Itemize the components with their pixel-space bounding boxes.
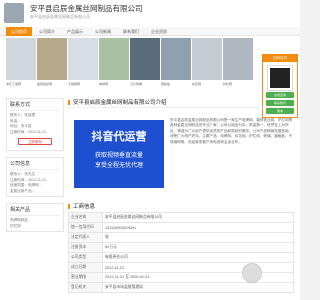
nav-item-home[interactable]: 公司首页 bbox=[6, 27, 32, 36]
title-accent-bar bbox=[68, 204, 70, 210]
product-image-8[interactable] bbox=[223, 38, 253, 80]
promo-ad-banner[interactable]: 抖音代运营 获取视频垂直流量 享受全程无忧代理 bbox=[74, 120, 164, 188]
table-value: 131125000019391 bbox=[102, 222, 294, 233]
nav-item-news[interactable]: 公司新闻 bbox=[90, 27, 116, 36]
product-image-7[interactable] bbox=[192, 38, 222, 80]
contact-line: 注册时间：2012-11-21 bbox=[10, 129, 47, 134]
product-image-4[interactable] bbox=[99, 38, 129, 80]
nav-item-products[interactable]: 产品展示 bbox=[62, 27, 88, 36]
nav-item-about[interactable]: 公司简介 bbox=[34, 27, 60, 36]
table-row: 注册资本 50万元 bbox=[68, 242, 294, 253]
related-products-box: 相关产品 电焊网制品 护栏网 bbox=[6, 203, 64, 232]
company-description: 安平县启辰金属丝网制品有限公司是一家生产电焊网、镀锌铁丝网、护栏网等各种金属丝网… bbox=[170, 118, 293, 144]
contact-now-button[interactable]: 立即联系 bbox=[18, 138, 52, 145]
site-subtitle: 安平县启辰金属丝网制品有限公司 bbox=[30, 14, 90, 19]
qr-code-icon bbox=[267, 65, 293, 91]
site-title[interactable]: 安平县启辰金属丝网制品有限公司 bbox=[30, 3, 143, 14]
product-caption-8: 护栏网 bbox=[223, 82, 233, 86]
product-caption-4: 电焊网 bbox=[99, 82, 109, 86]
product-image-5[interactable] bbox=[130, 38, 160, 80]
title-accent-bar bbox=[68, 100, 70, 106]
table-key: 统一信用代码 bbox=[68, 222, 103, 233]
avatar[interactable] bbox=[242, 263, 262, 283]
table-row: 统一信用代码 131125000019391 bbox=[68, 222, 294, 233]
table-row: 公司类型 有限责任公司 bbox=[68, 252, 294, 263]
product-image-6[interactable] bbox=[161, 38, 191, 80]
product-banner: 冲孔丁型网 镀锌铁丝网 不锈钢网 电焊网 刀片刺绳 钢格板 勾花网 护栏网 bbox=[6, 38, 256, 92]
product-caption-1: 冲孔丁型网 bbox=[6, 82, 22, 86]
table-row: 企业名称 安平县启辰金属丝网制品有限公司 bbox=[68, 212, 294, 223]
table-key: 成立日期 bbox=[68, 262, 103, 273]
table-value: 2012-11-21 至 2026-01-01 bbox=[102, 272, 294, 283]
nav-item-contact[interactable]: 联系我们 bbox=[118, 27, 144, 36]
product-caption-2: 镀锌铁丝网 bbox=[37, 82, 53, 86]
product-image-1[interactable] bbox=[6, 38, 36, 80]
table-key: 法定代表人 bbox=[68, 232, 103, 243]
table-value: 50万元 bbox=[102, 242, 294, 253]
related-products-title: 相关产品 bbox=[10, 206, 60, 216]
related-product-link[interactable]: 护栏网 bbox=[10, 224, 60, 230]
table-key: 企业名称 bbox=[68, 212, 103, 223]
business-info-title-text: 工商信息 bbox=[73, 204, 96, 210]
table-key: 登记机关 bbox=[68, 282, 103, 293]
nav-item-qualification[interactable]: 企业资质 bbox=[146, 27, 172, 36]
table-key: 注册资本 bbox=[68, 242, 103, 253]
contact-box: 联系方式 联系人：张经理 电话： 地址：安平县 注册时间：2012-11-21 … bbox=[6, 98, 64, 151]
section-title-intro: 安平县启辰金属丝网制品有限公司介绍 bbox=[68, 98, 294, 108]
table-value: 安平县启辰金属丝网制品有限公司 bbox=[102, 212, 294, 223]
table-value: 张 bbox=[102, 232, 294, 243]
ad-headline: 抖音代运营 bbox=[91, 130, 147, 143]
table-key: 营业期限 bbox=[68, 272, 103, 283]
product-caption-5: 刀片刺绳 bbox=[130, 82, 143, 86]
page: 安平县启辰金属丝网制品有限公司 安平县启辰金属丝网制品有限公司 公司首页 公司简… bbox=[0, 0, 300, 300]
company-info-box: 公司信息 联系人：张先生 注册时间：2012-11-21 经营范围：电焊网...… bbox=[6, 157, 64, 197]
ad-line: 享受全程无忧代理 bbox=[94, 163, 143, 169]
table-value: 2012-11-21 bbox=[102, 262, 294, 273]
table-value: 有限责任公司 bbox=[102, 252, 294, 263]
product-caption-6: 钢格板 bbox=[161, 82, 171, 86]
floating-panel-title: 扫码访问 bbox=[263, 55, 297, 62]
product-image-3[interactable] bbox=[68, 38, 98, 80]
product-caption-3: 不锈钢网 bbox=[68, 82, 81, 86]
table-value: 安平县市场监督管理局 bbox=[102, 282, 294, 293]
company-info-title: 公司信息 bbox=[10, 160, 60, 170]
site-header: 安平县启辰金属丝网制品有限公司 安平县启辰金属丝网制品有限公司 bbox=[0, 0, 300, 26]
sidebar: 联系方式 联系人：张经理 电话： 地址：安平县 注册时间：2012-11-21 … bbox=[6, 98, 64, 300]
company-logo[interactable] bbox=[4, 3, 24, 23]
ad-line: 获取视频垂直流量 bbox=[94, 153, 143, 159]
product-caption-7: 勾花网 bbox=[192, 82, 202, 86]
company-info-line: 金属丝网产品... bbox=[10, 188, 35, 193]
business-info-table: 企业名称 安平县启辰金属丝网制品有限公司 统一信用代码 13112500001939… bbox=[68, 212, 294, 293]
table-row: 登记机关 安平县市场监督管理局 bbox=[68, 282, 294, 293]
main-nav: 公司首页 公司简介 产品展示 公司新闻 联系我们 企业资质 bbox=[0, 27, 300, 36]
table-key: 公司类型 bbox=[68, 252, 103, 263]
intro-title-text: 安平县启辰金属丝网制品有限公司介绍 bbox=[73, 100, 167, 106]
table-row: 法定代表人张 bbox=[68, 232, 294, 243]
product-image-2[interactable] bbox=[37, 38, 67, 80]
contact-title: 联系方式 bbox=[10, 101, 60, 111]
